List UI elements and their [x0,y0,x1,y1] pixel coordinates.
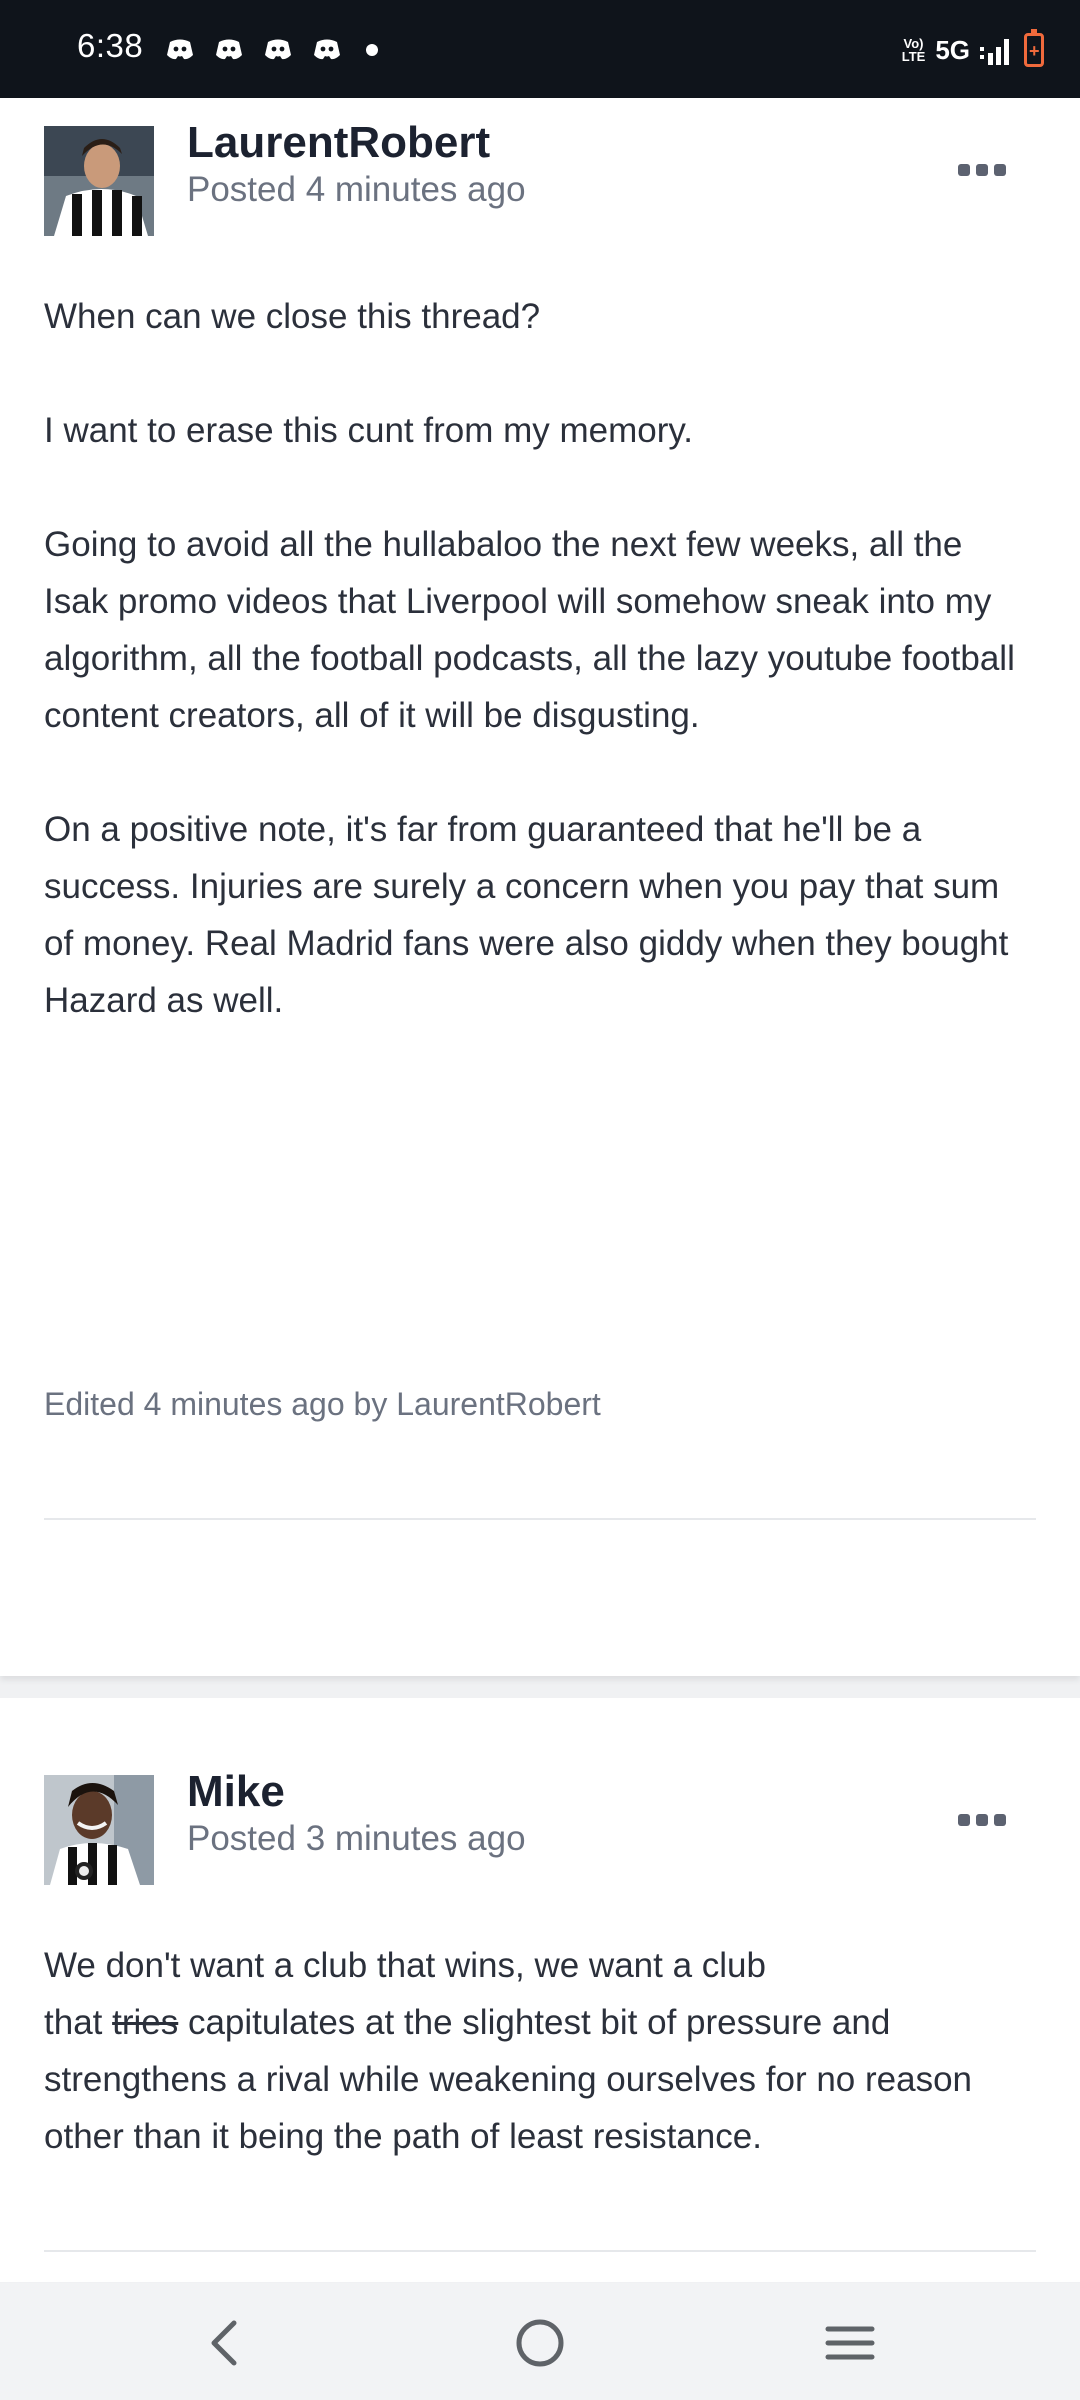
divider [44,2250,1036,2252]
post-line: that tries capitulates at the slightest … [44,1994,1034,2165]
post-timestamp[interactable]: Posted 3 minutes ago [187,1819,526,1859]
struck-text: tries [112,2003,179,2042]
post-text: that [44,2003,113,2042]
post-body: We don't want a club that wins, we want … [44,1937,1034,2165]
recents-icon[interactable] [820,2313,880,2373]
edited-notice: Edited 4 minutes ago by LaurentRobert [44,1386,601,1422]
post-text: capitulates at the slightest bit of pres… [44,2003,973,2156]
status-bar: 6:38 Vo) LTE 5G + [0,0,1080,98]
home-icon[interactable] [510,2313,570,2373]
discord-icon [167,39,193,60]
more-options-icon[interactable] [958,1814,1006,1826]
back-icon[interactable] [196,2313,256,2373]
discord-icon [216,39,242,60]
post-card: Mike Posted 3 minutes ago We don't want … [0,1698,1080,2282]
post-paragraph: I want to erase this cunt from my memory… [44,411,693,450]
post-timestamp[interactable]: Posted 4 minutes ago [187,170,526,210]
status-time: 6:38 [77,27,144,64]
post-line: We don't want a club that wins, we want … [44,1946,766,1985]
navigation-bar [0,2283,1080,2400]
post-body: When can we close this thread? I want to… [44,288,1034,1029]
avatar[interactable] [44,126,154,236]
signal-icon [980,39,1009,65]
battery-charging-icon: + [1024,29,1044,67]
divider [44,1518,1036,1520]
status-indicators: Vo) LTE 5G + [902,29,1044,70]
volte-bottom-label: LTE [901,49,926,64]
avatar[interactable] [44,1775,154,1885]
discord-icon [314,39,340,60]
post-paragraph: On a positive note, it's far from guaran… [44,810,1009,1020]
post-paragraph: When can we close this thread? [44,297,541,336]
more-notifications-dot [366,44,378,56]
network-type: 5G [935,34,970,65]
post-card: LaurentRobert Posted 4 minutes ago When … [0,98,1080,1676]
post-paragraph: Going to avoid all the hullabaloo the ne… [44,525,1015,735]
post-author[interactable]: Mike [187,1767,285,1817]
more-options-icon[interactable] [958,164,1006,176]
post-author[interactable]: LaurentRobert [187,118,490,168]
discord-icon [265,39,291,60]
volte-indicator: Vo) LTE [902,37,926,63]
